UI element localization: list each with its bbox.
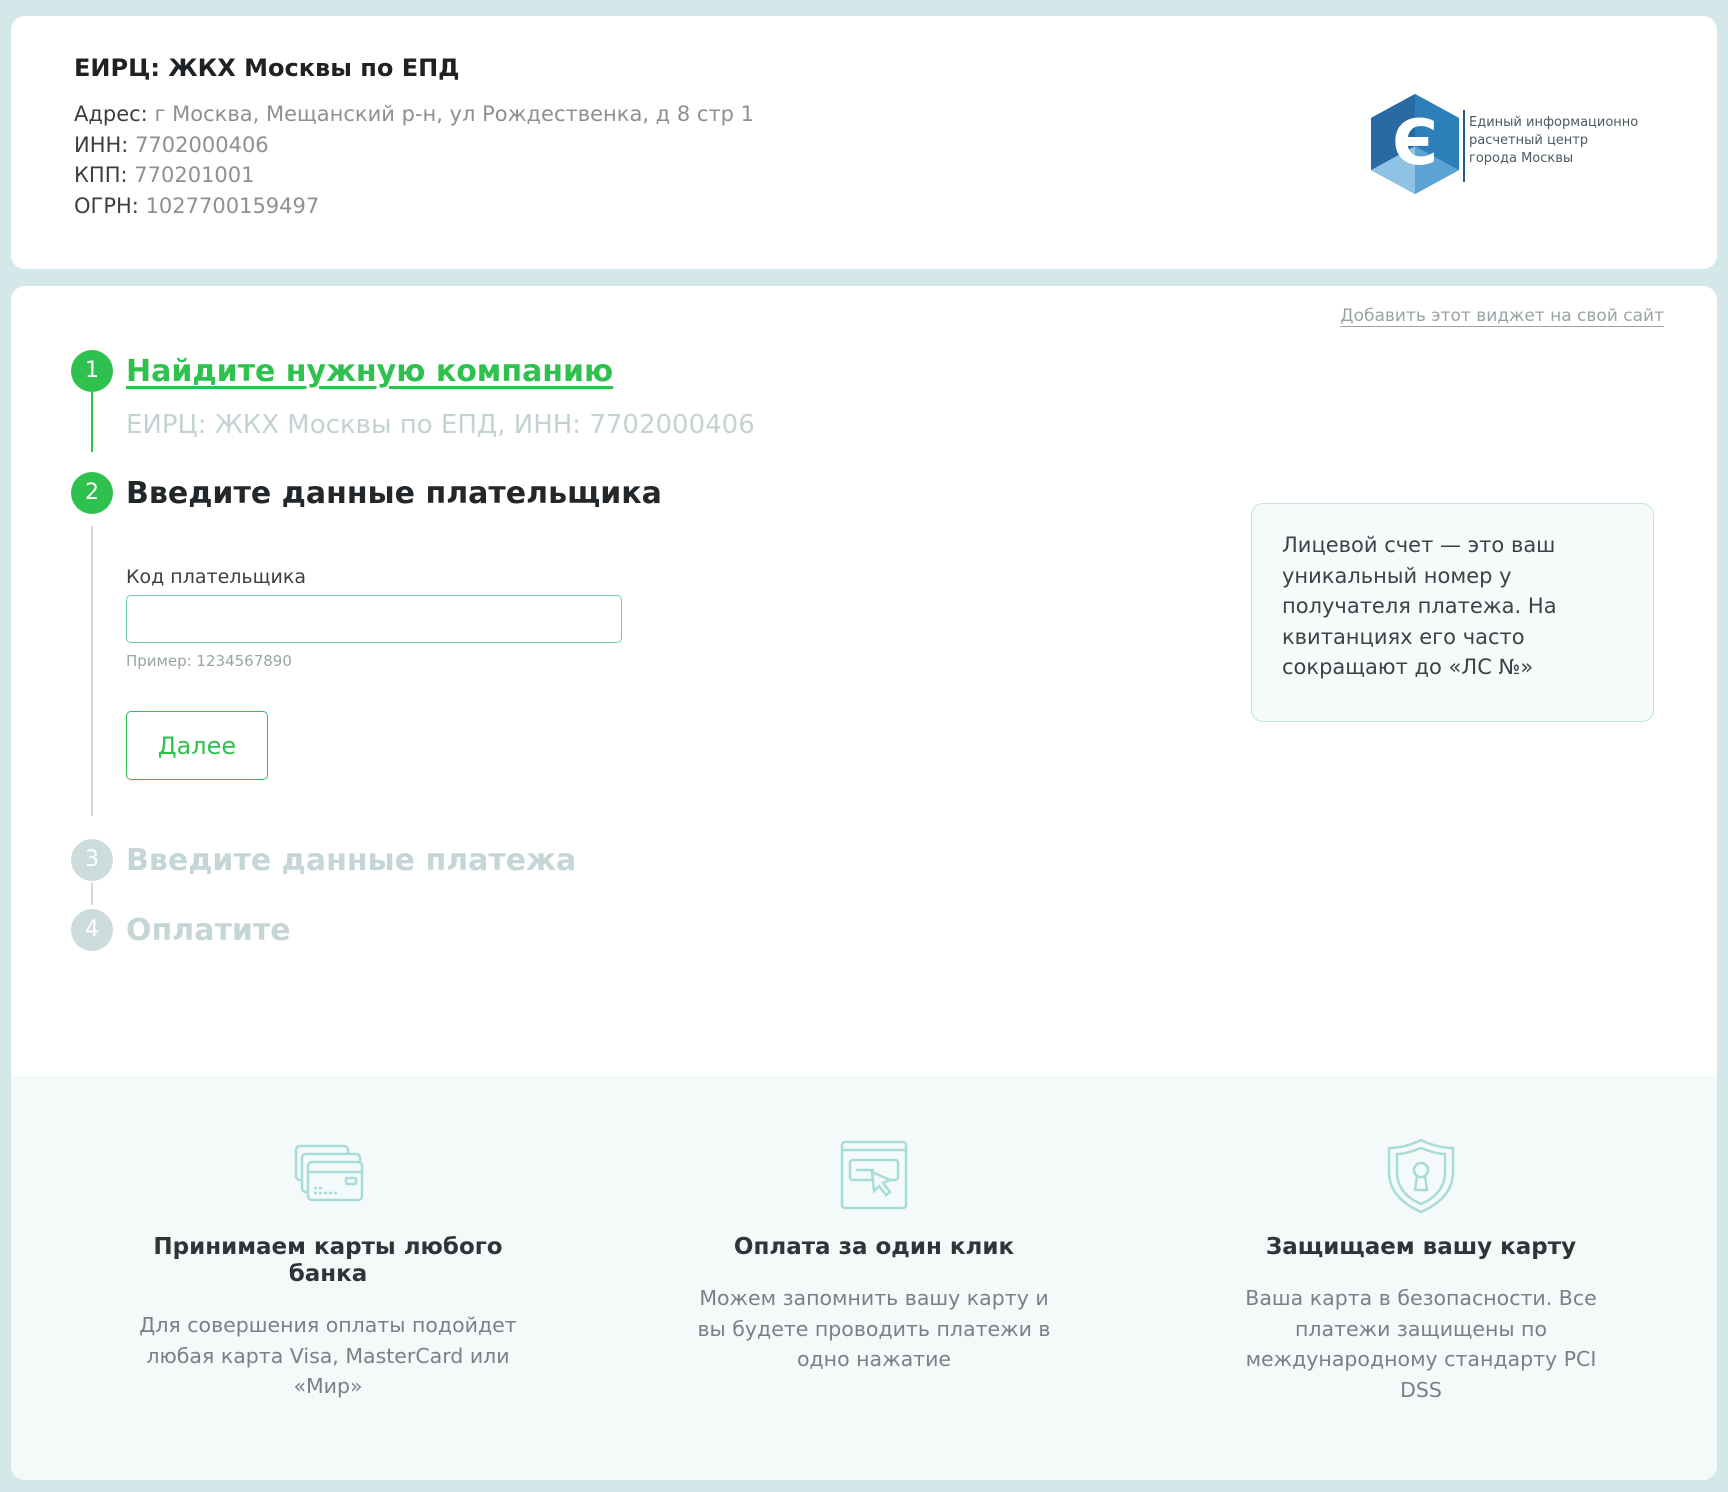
feature-security-desc: Ваша карта в безопасности. Все платежи з… xyxy=(1245,1286,1597,1402)
svg-text:Є: Є xyxy=(1392,106,1438,179)
company-kpp: КПП: 770201001 xyxy=(74,160,754,191)
feature-one-click-desc: Можем запомнить вашу карту и вы будете п… xyxy=(697,1286,1051,1371)
ogrn-value: 1027700159497 xyxy=(145,193,320,218)
step-1-summary: ЕИРЦ: ЖКХ Москвы по ЕПД, ИНН: 7702000406 xyxy=(126,410,755,440)
step-1-number: 1 xyxy=(71,350,113,392)
feature-one-click-title: Оплата за один клик xyxy=(733,1234,1015,1260)
credit-cards-icon xyxy=(294,1144,364,1202)
feature-security-title: Защищаем вашу карту xyxy=(1265,1234,1577,1260)
step-3-title: Введите данные платежа xyxy=(126,843,577,878)
step-3-number: 3 xyxy=(71,839,113,881)
feature-one-click: Оплата за один клик Можем запомнить вашу… xyxy=(684,1136,1064,1375)
logo-text-line1: Единый информационно xyxy=(1469,115,1639,130)
inn-value: 7702000406 xyxy=(135,132,269,157)
eirts-hexagon-logo-icon: Є xyxy=(1371,94,1459,194)
features-section: Принимаем карты любого банка Для соверше… xyxy=(11,1076,1717,1480)
next-button[interactable]: Далее xyxy=(126,711,268,780)
one-click-payment-icon xyxy=(840,1140,908,1210)
inn-label: ИНН: xyxy=(74,132,129,157)
step-2-connector xyxy=(91,526,93,816)
payment-widget-card: Добавить этот виджет на свой сайт 1 Найд… xyxy=(11,286,1717,1480)
feature-security: Защищаем вашу карту Ваша карта в безопас… xyxy=(1231,1136,1611,1405)
company-address: Адрес: г Москва, Мещанский р-н, ул Рожде… xyxy=(74,99,754,130)
payer-code-input[interactable] xyxy=(126,595,622,643)
ogrn-label: ОГРН: xyxy=(74,193,139,218)
step-1-title-link[interactable]: Найдите нужную компанию xyxy=(126,354,613,389)
payer-code-label: Код плательщика xyxy=(126,566,306,588)
payer-code-hint: Пример: 1234567890 xyxy=(126,652,292,670)
address-label: Адрес: xyxy=(74,102,148,126)
kpp-label: КПП: xyxy=(74,163,128,187)
step-3-connector xyxy=(91,883,93,905)
step-4-title: Оплатите xyxy=(126,913,291,948)
step-4-number: 4 xyxy=(71,909,113,951)
kpp-value: 770201001 xyxy=(134,163,255,187)
company-details: Адрес: г Москва, Мещанский р-н, ул Рожде… xyxy=(74,99,754,221)
logo-text: Единый информационно расчетный центр гор… xyxy=(1469,114,1667,168)
logo-divider xyxy=(1463,110,1465,182)
company-card: ЕИРЦ: ЖКХ Москвы по ЕПД Адрес: г Москва,… xyxy=(11,16,1717,269)
add-widget-link[interactable]: Добавить этот виджет на свой сайт xyxy=(1340,306,1664,326)
feature-cards: Принимаем карты любого банка Для соверше… xyxy=(138,1136,518,1402)
security-shield-icon xyxy=(1387,1138,1455,1214)
company-ogrn: ОГРН: 1027700159497 xyxy=(74,191,754,222)
step-2-title: Введите данные плательщика xyxy=(126,476,662,511)
logo-text-line3: города Москвы xyxy=(1469,151,1574,166)
step-2-number: 2 xyxy=(71,472,113,514)
logo-text-line2: расчетный центр xyxy=(1469,133,1589,148)
company-title: ЕИРЦ: ЖКХ Москвы по ЕПД xyxy=(74,54,460,82)
feature-cards-desc: Для совершения оплаты подойдет любая кар… xyxy=(139,1313,517,1398)
address-value: г Москва, Мещанский р-н, ул Рождественка… xyxy=(154,102,755,126)
company-inn: ИНН: 7702000406 xyxy=(74,130,754,161)
feature-cards-title: Принимаем карты любого банка xyxy=(153,1234,503,1287)
company-logo: Є Единый информационно расчетный центр г… xyxy=(1367,90,1667,202)
step-1-connector xyxy=(91,392,93,452)
account-info-box: Лицевой счет — это ваш уникальный номер … xyxy=(1251,503,1654,722)
